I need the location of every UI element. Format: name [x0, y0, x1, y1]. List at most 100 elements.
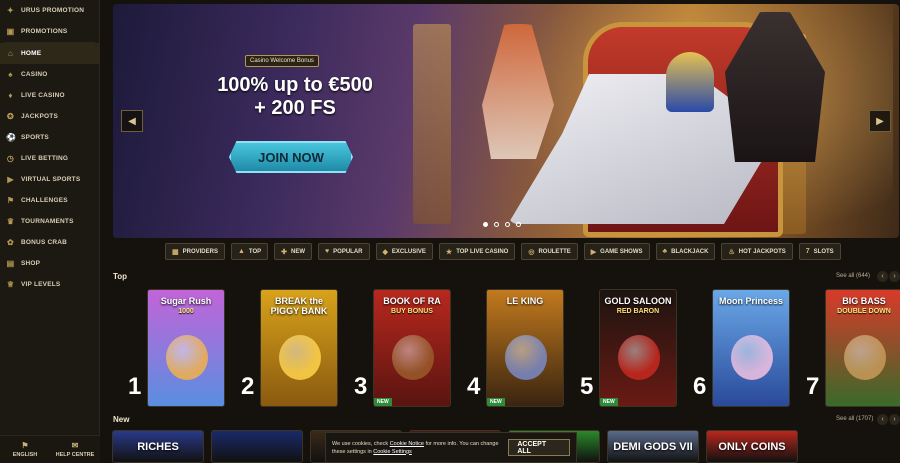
rank-number: 6	[693, 373, 707, 400]
category-top[interactable]: ▲ TOP	[230, 243, 269, 260]
sidebar-item-label: SPORTS	[21, 134, 49, 141]
new-next-button[interactable]: ›	[889, 414, 900, 425]
top-next-button[interactable]: ›	[889, 271, 900, 282]
sidebar-item-label: URUS PROMOTION	[21, 7, 85, 14]
sidebar-item-label: LIVE BETTING	[21, 155, 69, 162]
game-thumbnail[interactable]: GOLD SALOON RED BARON NEW	[599, 289, 677, 407]
top-game-card[interactable]: Moon Princess 6	[693, 289, 793, 407]
sidebar-item-bonus-crab[interactable]: ✿ BONUS CRAB	[0, 232, 99, 253]
sidebar-item-vip-levels[interactable]: ♕ VIP LEVELS	[0, 274, 99, 295]
sidebar-item-casino[interactable]: ♠ CASINO	[0, 64, 99, 85]
sidebar: ✦ URUS PROMOTION ▣ PROMOTIONS ⌂ HOME ♠ CASINO ♦ L…	[0, 0, 100, 463]
category-bar: ▦ PROVIDERS ▲ TOP ✚ NEW ♥ POPULAR ◆ EXCLUSIVE ★ TOP…	[165, 243, 841, 260]
sidebar-item-tournaments[interactable]: ♛ TOURNAMENTS	[0, 211, 99, 232]
category-popular[interactable]: ♥ POPULAR	[318, 243, 370, 260]
category-roulette[interactable]: ◎ ROULETTE	[521, 243, 578, 260]
game-subtitle: BUY BONUS	[391, 308, 433, 315]
vip-icon: ♕	[6, 280, 15, 289]
game-subtitle: DOUBLE DOWN	[837, 308, 891, 315]
new-game-card[interactable]: RICHES	[112, 430, 204, 463]
category-slots[interactable]: 7 SLOTS	[798, 243, 841, 260]
star-icon: ★	[445, 248, 453, 256]
game-title: LE KING	[506, 296, 544, 306]
hero-badge: Casino Welcome Bonus	[245, 55, 319, 67]
game-subtitle: 1000	[178, 308, 194, 315]
sidebar-item-jackpots[interactable]: ✪ JACKPOTS	[0, 106, 99, 127]
new-badge: NEW	[600, 398, 618, 406]
slide-dot[interactable]	[483, 222, 488, 227]
new-prev-button[interactable]: ‹	[877, 414, 888, 425]
new-badge: NEW	[374, 398, 392, 406]
game-thumbnail[interactable]: BREAK the PIGGY BANK	[260, 289, 338, 407]
hero-title-line1: 100% up to €500	[217, 74, 373, 96]
hero-title-line2: + 200 FS	[254, 97, 336, 119]
gift-icon: ✦	[7, 6, 14, 15]
sidebar-item-label: JACKPOTS	[21, 113, 58, 120]
new-game-card[interactable]: ONLY COINS	[706, 430, 798, 463]
see-all-new-link[interactable]: See all (1707)	[836, 416, 873, 422]
help-centre-button[interactable]: ✉ HELP CENTRE	[50, 436, 100, 463]
category-providers[interactable]: ▦ PROVIDERS	[165, 243, 225, 260]
sidebar-item-label: CHALLENGES	[21, 197, 68, 204]
flag-icon: ⚑	[21, 441, 29, 450]
hero-banner[interactable]: Casino Welcome Bonus 100% up to €500 + 2…	[113, 4, 899, 238]
sidebar-item-label: SHOP	[21, 260, 41, 267]
new-game-card[interactable]: DEMI GODS VII	[607, 430, 699, 463]
category-top-live-casino[interactable]: ★ TOP LIVE CASINO	[438, 243, 516, 260]
game-thumbnail[interactable]: Moon Princess	[712, 289, 790, 407]
top-prev-button[interactable]: ‹	[877, 271, 888, 282]
slide-dot[interactable]	[516, 222, 521, 227]
game-title: BIG BASS	[842, 296, 886, 306]
sidebar-item-virtual-sports[interactable]: ▶ VIRTUAL SPORTS	[0, 169, 99, 190]
top-game-card[interactable]: BOOK OF RA BUY BONUS NEW 3	[354, 289, 454, 407]
sidebar-item-live-betting[interactable]: ◷ LIVE BETTING	[0, 148, 99, 169]
game-thumbnail[interactable]: BIG BASS DOUBLE DOWN	[825, 289, 900, 407]
game-thumbnail[interactable]: LE KING NEW	[486, 289, 564, 407]
sidebar-item-live-casino[interactable]: ♦ LIVE CASINO	[0, 85, 99, 106]
top-game-card[interactable]: LE KING NEW 4	[467, 289, 567, 407]
language-button[interactable]: ⚑ ENGLISH	[0, 436, 50, 463]
sidebar-item-label: TOURNAMENTS	[21, 218, 74, 225]
top-icon: ▲	[237, 248, 245, 255]
sidebar-item-sports[interactable]: ⚽ SPORTS	[0, 127, 99, 148]
chevron-right-icon: ▶	[876, 115, 884, 127]
new-game-card[interactable]	[211, 430, 303, 463]
join-now-button[interactable]: JOIN NOW	[229, 141, 353, 173]
hero-next-button[interactable]: ▶	[869, 110, 891, 132]
category-game-shows[interactable]: ▶ GAME SHOWS	[583, 243, 650, 260]
rank-number: 5	[580, 373, 594, 400]
hero-prev-button[interactable]: ◀	[121, 110, 143, 132]
top-game-card[interactable]: BIG BASS DOUBLE DOWN 7	[806, 289, 900, 407]
game-art	[844, 335, 886, 380]
category-blackjack[interactable]: ♣ BLACKJACK	[655, 243, 716, 260]
category-label: TOP	[248, 248, 262, 255]
cookie-text: We use cookies, check Cookie Notice for …	[332, 440, 500, 456]
game-thumbnail[interactable]: BOOK OF RA BUY BONUS NEW	[373, 289, 451, 407]
cookie-text-pre: We use cookies, check	[332, 440, 390, 447]
top-game-card[interactable]: BREAK the PIGGY BANK 2	[241, 289, 341, 407]
sidebar-item-shop[interactable]: ▤ SHOP	[0, 253, 99, 274]
top-game-card[interactable]: GOLD SALOON RED BARON NEW 5	[580, 289, 680, 407]
sidebar-item-urus-promotion[interactable]: ✦ URUS PROMOTION	[0, 0, 99, 21]
cookie-settings-link[interactable]: Cookie Settings	[373, 449, 412, 455]
cookie-notice-link[interactable]: Cookie Notice	[390, 441, 424, 447]
category-label: EXCLUSIVE	[391, 248, 426, 255]
sidebar-item-challenges[interactable]: ⚑ CHALLENGES	[0, 190, 99, 211]
category-label: HOT JACKPOTS	[738, 248, 786, 255]
slide-dot[interactable]	[505, 222, 510, 227]
new-badge: NEW	[487, 398, 505, 406]
rank-number: 4	[467, 373, 481, 400]
sidebar-nav: ✦ URUS PROMOTION ▣ PROMOTIONS ⌂ HOME ♠ CASINO ♦ L…	[0, 0, 99, 295]
cookie-banner: We use cookies, check Cookie Notice for …	[325, 432, 577, 463]
category-hot-jackpots[interactable]: ♨ HOT JACKPOTS	[721, 243, 793, 260]
accept-all-button[interactable]: ACCEPT ALL	[508, 439, 570, 456]
top-game-card[interactable]: Sugar Rush 1000 1	[128, 289, 228, 407]
category-exclusive[interactable]: ◆ EXCLUSIVE	[375, 243, 433, 260]
game-thumbnail[interactable]: Sugar Rush 1000	[147, 289, 225, 407]
slide-dot[interactable]	[494, 222, 499, 227]
see-all-top-link[interactable]: See all (644)	[836, 273, 870, 279]
sidebar-item-home[interactable]: ⌂ HOME	[0, 43, 99, 64]
category-new[interactable]: ✚ NEW	[274, 243, 313, 260]
section-title-new: New	[113, 415, 130, 424]
sidebar-item-promotions[interactable]: ▣ PROMOTIONS	[0, 21, 99, 42]
